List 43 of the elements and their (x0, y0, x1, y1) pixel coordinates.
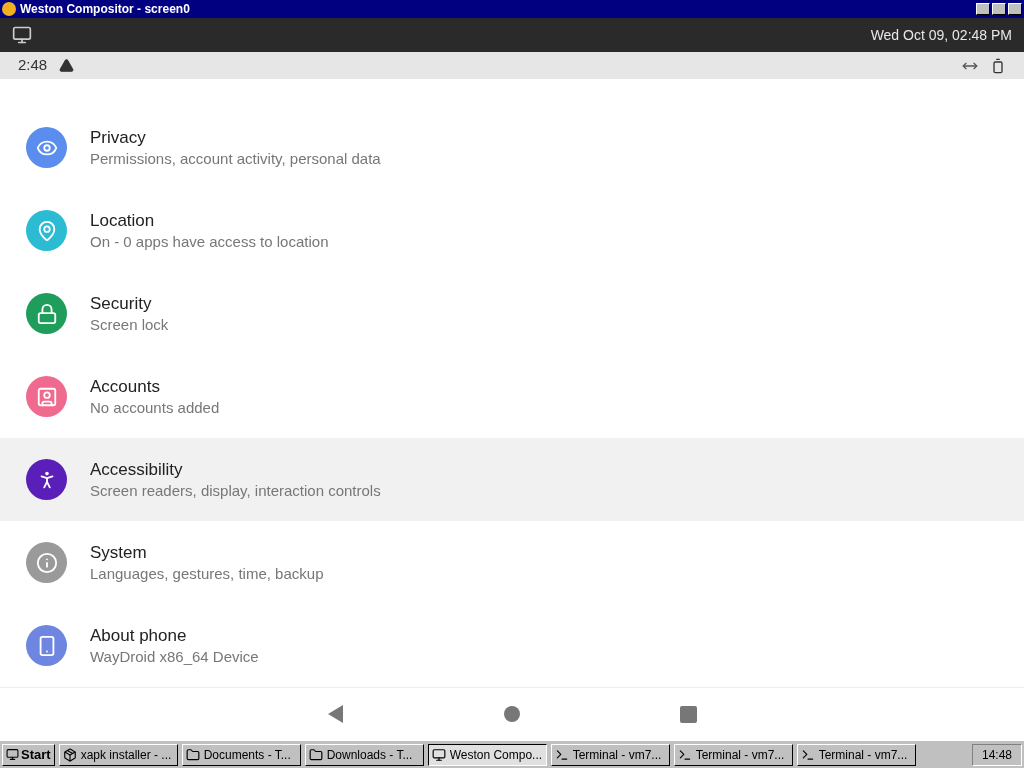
start-button[interactable]: Start (2, 743, 55, 766)
taskbar-button[interactable]: Terminal - vm7... (796, 743, 916, 766)
setting-summary: Languages, gestures, time, backup (90, 563, 324, 584)
taskbar-clock: 14:48 (972, 743, 1022, 766)
panel-clock: Wed Oct 09, 02:48 PM (870, 25, 1012, 45)
setting-summary: Screen readers, display, interaction controls (90, 480, 381, 501)
setting-summary: No accounts added (90, 397, 220, 418)
setting-title: Accounts (90, 375, 161, 398)
taskbar-button[interactable]: Terminal - vm7... (550, 743, 670, 766)
setting-title: Accessibility (90, 458, 184, 481)
folder-icon (185, 747, 200, 762)
terminal-launcher-icon[interactable] (12, 25, 32, 45)
taskbar-button[interactable]: Terminal - vm7... (673, 743, 793, 766)
setting-summary: Permissions, account activity, personal data (90, 148, 381, 169)
settings-item[interactable]: Accessibility Screen readers, display, interaction controls (0, 438, 1024, 521)
setting-title: System (90, 541, 148, 564)
taskbar-button[interactable]: Weston Compo... (427, 743, 547, 766)
setting-summary: Screen lock (90, 314, 169, 335)
battery-icon (990, 57, 1006, 74)
taskbar-button[interactable]: Documents - T... (181, 743, 301, 766)
package-icon (62, 747, 77, 762)
window-title: Weston Compositor - screen0 (20, 3, 190, 15)
setting-summary: WayDroid x86_64 Device (90, 646, 259, 667)
terminal-icon (554, 747, 569, 762)
terminal-icon (677, 747, 692, 762)
setting-summary: On - 0 apps have access to location (90, 231, 329, 252)
setting-title: Security (90, 292, 153, 315)
close-button[interactable] (1008, 3, 1022, 15)
folder-icon (308, 747, 323, 762)
recents-icon[interactable] (679, 705, 697, 723)
home-icon[interactable] (503, 706, 520, 722)
taskbar-button[interactable]: Downloads - T... (304, 743, 424, 766)
setting-title: Location (90, 209, 156, 232)
taskbar-button[interactable]: xapk installer - ... (58, 743, 178, 766)
warning-icon (59, 58, 75, 73)
maximize-button[interactable] (992, 3, 1006, 15)
setting-title: Privacy (90, 126, 147, 149)
setting-title: About phone (90, 624, 188, 647)
back-icon[interactable] (327, 705, 344, 723)
terminal-icon (800, 747, 815, 762)
start-logo-icon (6, 748, 19, 761)
status-time: 2:48 (18, 55, 48, 76)
minimize-button[interactable] (976, 3, 990, 15)
